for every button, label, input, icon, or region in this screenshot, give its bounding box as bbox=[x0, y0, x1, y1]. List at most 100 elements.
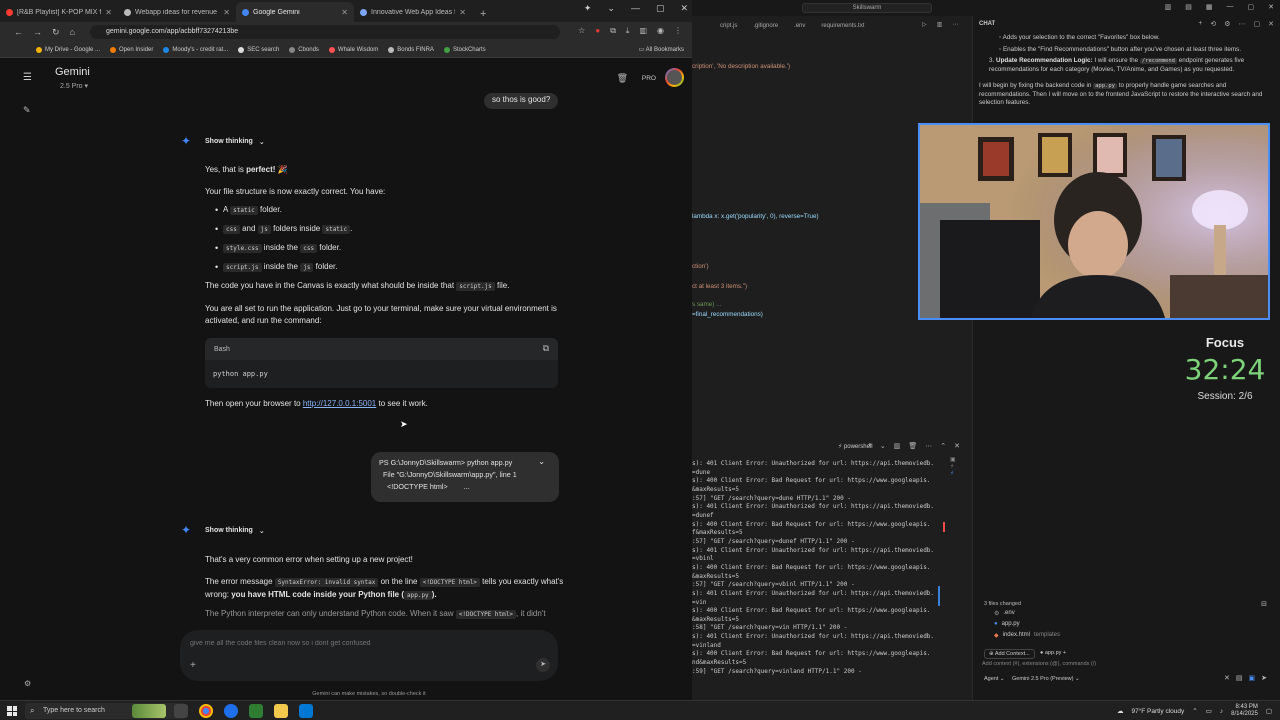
tools-icon[interactable]: ▤ bbox=[1236, 674, 1243, 682]
settings-icon[interactable]: ⚙ bbox=[1224, 20, 1230, 28]
tools-icon[interactable]: ✕ bbox=[1224, 674, 1230, 682]
bookmark-item[interactable]: SEC search bbox=[238, 46, 279, 53]
close-tab-icon[interactable]: ✕ bbox=[105, 8, 112, 17]
tab-search-icon[interactable]: ⌄ bbox=[607, 3, 615, 14]
app-icon[interactable] bbox=[224, 704, 238, 718]
close-window-icon[interactable]: ✕ bbox=[1268, 3, 1274, 11]
home-icon[interactable]: ⌂ bbox=[70, 27, 75, 37]
maximize-panel-icon[interactable]: ⌃ bbox=[940, 442, 946, 450]
menu-icon[interactable]: ☰ bbox=[23, 72, 32, 83]
command-center[interactable]: Skillswarm bbox=[802, 3, 932, 13]
more-icon[interactable]: ⋯ bbox=[1239, 20, 1246, 28]
agent-mode-selector[interactable]: Agent ⌄ bbox=[984, 676, 1005, 682]
send-icon[interactable]: ➤ bbox=[1261, 674, 1267, 682]
show-thinking-toggle[interactable]: Show thinking ⌄ bbox=[205, 138, 265, 146]
settings-icon[interactable]: ⚙ bbox=[24, 679, 31, 688]
bookmark-item[interactable]: Bonds FINRA bbox=[388, 46, 434, 53]
localhost-link[interactable]: http://127.0.0.1:5001 bbox=[303, 399, 376, 408]
profile-icon[interactable]: ◉ bbox=[657, 26, 664, 36]
copy-icon[interactable]: ⧉ bbox=[543, 343, 549, 354]
volume-icon[interactable]: ♪ bbox=[1220, 708, 1223, 715]
tray-chevron-icon[interactable]: ⌃ bbox=[1192, 707, 1197, 715]
layout-icon[interactable]: ▥ bbox=[1165, 3, 1172, 11]
layout-icon[interactable]: ▤ bbox=[1185, 3, 1192, 11]
minimize-icon[interactable]: — bbox=[1227, 3, 1234, 11]
expand-chevron-icon[interactable]: ⌄ bbox=[538, 456, 545, 468]
chat-input[interactable]: Add context (#), extensions (@), command… bbox=[982, 661, 1268, 667]
all-bookmarks[interactable]: ▭ All Bookmarks bbox=[639, 46, 684, 53]
terminal-icon[interactable]: ⚡ bbox=[950, 463, 964, 470]
bookmark-item[interactable]: Cbonds bbox=[289, 46, 319, 53]
reload-icon[interactable]: ↻ bbox=[52, 27, 60, 38]
terminal-icon[interactable]: ▣ bbox=[950, 456, 964, 463]
task-view-icon[interactable] bbox=[174, 704, 188, 718]
changed-file[interactable]: ◆ index.html templates bbox=[994, 632, 1060, 639]
browser-tab-kpop[interactable]: [R&B Playlist] K-POP MIX fo ✕ bbox=[0, 2, 118, 22]
split-editor-icon[interactable]: ▥ bbox=[937, 21, 943, 28]
avatar[interactable] bbox=[665, 68, 684, 87]
close-tab-icon[interactable]: ✕ bbox=[223, 8, 230, 17]
tab-gitignore[interactable]: .gitignore bbox=[753, 23, 778, 29]
show-thinking-toggle[interactable]: Show thinking ⌄ bbox=[205, 527, 265, 535]
trash-icon[interactable]: 🗑 bbox=[908, 442, 917, 450]
split-terminal-icon[interactable]: ▥ bbox=[894, 442, 901, 450]
file-explorer-icon[interactable] bbox=[274, 704, 288, 718]
tab-script-js[interactable]: cript.js bbox=[720, 23, 737, 29]
close-tab-icon[interactable]: ✕ bbox=[459, 8, 466, 17]
model-selector[interactable]: Gemini 2.5 Pro (Preview) ⌄ bbox=[1012, 676, 1080, 682]
terminal-output[interactable]: s): 401 Client Error: Unauthorized for u… bbox=[692, 460, 940, 692]
notification-icon[interactable]: ▢ bbox=[1266, 707, 1272, 715]
new-tab-button[interactable]: + bbox=[472, 8, 494, 22]
bookmark-item[interactable]: Whale Wisdom bbox=[328, 46, 378, 53]
model-selector[interactable]: 2.5 Pro ▾ bbox=[60, 82, 88, 90]
vscode-icon[interactable] bbox=[299, 704, 313, 718]
more-icon[interactable]: ⋮ bbox=[674, 26, 682, 36]
tab-env[interactable]: .env bbox=[794, 23, 805, 29]
close-window-icon[interactable]: ✕ bbox=[680, 3, 688, 14]
context-file-chip[interactable]: ● app.py + bbox=[1040, 650, 1066, 656]
network-icon[interactable]: ▭ bbox=[1206, 707, 1212, 715]
bookmark-item[interactable]: Open Insider bbox=[110, 46, 153, 53]
terminal-icon[interactable]: ⚡ bbox=[950, 470, 964, 477]
chrome-icon[interactable] bbox=[199, 704, 213, 718]
maximize-icon[interactable]: ▢ bbox=[1254, 20, 1261, 28]
bookmark-star-icon[interactable]: ☆ bbox=[578, 26, 585, 36]
browser-tab-innovative[interactable]: Innovative Web App Ideas for Y ✕ bbox=[354, 2, 472, 22]
more-icon[interactable]: ⋯ bbox=[925, 442, 932, 450]
changed-file[interactable]: ● app.py bbox=[994, 621, 1020, 627]
maximize-icon[interactable]: ▢ bbox=[1248, 3, 1255, 11]
bookmark-item[interactable]: My Drive - Google ... bbox=[36, 46, 100, 53]
browser-tab-gemini[interactable]: Google Gemini ✕ bbox=[236, 2, 354, 22]
new-chat-icon[interactable]: ✎ bbox=[23, 105, 31, 116]
url-field[interactable]: gemini.google.com/app/acbbff73274213be bbox=[90, 25, 560, 39]
minimize-icon[interactable]: — bbox=[631, 3, 640, 14]
history-icon[interactable]: 🗑 bbox=[617, 73, 628, 84]
forward-icon[interactable]: → bbox=[33, 27, 42, 37]
taskbar-widget-icon[interactable] bbox=[132, 704, 166, 718]
sparkle-icon[interactable]: ✦ bbox=[584, 3, 592, 14]
extension-icon[interactable]: ● bbox=[595, 26, 600, 36]
chevron-down-icon[interactable]: ⌄ bbox=[880, 442, 886, 450]
collapse-icon[interactable]: ⊟ bbox=[1261, 600, 1267, 608]
add-attachment-icon[interactable]: + bbox=[190, 660, 196, 671]
bookmark-item[interactable]: StockCharts bbox=[443, 46, 486, 53]
back-icon[interactable]: ← bbox=[14, 27, 23, 37]
bookmark-item[interactable]: Moody's - credit rat... bbox=[163, 46, 228, 53]
weather-text[interactable]: 97°F Partly cloudy bbox=[1131, 708, 1184, 715]
close-icon[interactable]: ✕ bbox=[1268, 20, 1274, 28]
scrollbar-thumb[interactable] bbox=[938, 586, 940, 606]
more-icon[interactable]: ⋯ bbox=[952, 21, 958, 28]
add-context-button[interactable]: ⊕ Add Context... bbox=[984, 649, 1035, 659]
close-panel-icon[interactable]: ✕ bbox=[954, 442, 960, 450]
close-tab-icon[interactable]: ✕ bbox=[341, 8, 348, 17]
download-icon[interactable]: ⤓ bbox=[626, 26, 630, 36]
maximize-icon[interactable]: ▢ bbox=[656, 3, 665, 14]
app-icon[interactable] bbox=[249, 704, 263, 718]
run-icon[interactable]: ▷ bbox=[922, 21, 927, 28]
layout-icon[interactable]: ▦ bbox=[1206, 3, 1213, 11]
tab-requirements[interactable]: requirements.txt bbox=[821, 23, 864, 29]
prompt-input[interactable] bbox=[190, 636, 530, 650]
history-icon[interactable]: ⟲ bbox=[1210, 20, 1216, 28]
puzzle-icon[interactable]: ⧉ bbox=[610, 26, 616, 36]
changed-file[interactable]: ⚙ .env bbox=[994, 610, 1015, 617]
